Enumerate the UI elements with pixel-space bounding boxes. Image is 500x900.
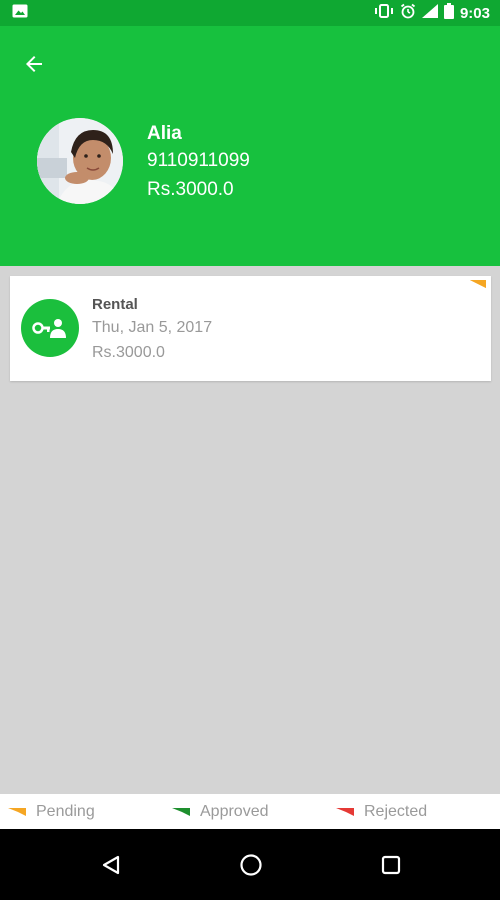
profile-header: Alia 9110911099 Rs.3000.0 [0,26,500,266]
transaction-card[interactable]: Rental Thu, Jan 5, 2017 Rs.3000.0 [10,276,491,381]
home-circle-icon [240,854,262,876]
system-nav-bar [0,829,500,900]
card-date: Thu, Jan 5, 2017 [92,319,213,336]
card-text: Rental Thu, Jan 5, 2017 Rs.3000.0 [92,295,212,365]
profile-name: Alia [147,123,182,144]
battery-icon [443,3,454,23]
rejected-flag-icon [336,807,354,816]
back-button[interactable] [16,46,52,82]
legend-label: Rejected [364,802,428,820]
vibrate-icon [374,4,394,22]
transaction-list: Rental Thu, Jan 5, 2017 Rs.3000.0 [0,266,500,794]
card-title: Rental [92,296,138,313]
alarm-icon [400,3,416,23]
legend-label: Approved [200,802,269,820]
back-triangle-icon [102,855,120,875]
nav-recents-button[interactable] [369,843,413,887]
pending-flag-icon [8,807,26,816]
legend-label: Pending [36,802,95,820]
card-amount: Rs.3000.0 [92,344,165,361]
status-time: 9:03 [459,4,490,22]
arrow-left-icon [26,56,42,72]
nav-home-button[interactable] [229,843,273,887]
status-icons: 9:03 [374,3,490,23]
avatar [37,118,123,204]
pending-flag-icon [470,280,486,288]
profile-phone: 9110911099 [147,150,250,171]
signal-icon [421,4,438,22]
recents-square-icon [381,855,401,875]
legend-approved: Approved [172,803,336,821]
legend-pending: Pending [8,803,172,821]
nav-back-button[interactable] [89,843,133,887]
status-legend: Pending Approved Rejected [0,794,500,829]
legend-rejected: Rejected [336,803,500,821]
status-bar: 9:03 [0,0,500,26]
rental-key-person-icon [21,299,79,357]
approved-flag-icon [172,807,190,816]
profile-amount: Rs.3000.0 [147,179,234,200]
profile-info: Alia 9110911099 Rs.3000.0 [147,122,250,204]
image-icon [12,4,28,23]
